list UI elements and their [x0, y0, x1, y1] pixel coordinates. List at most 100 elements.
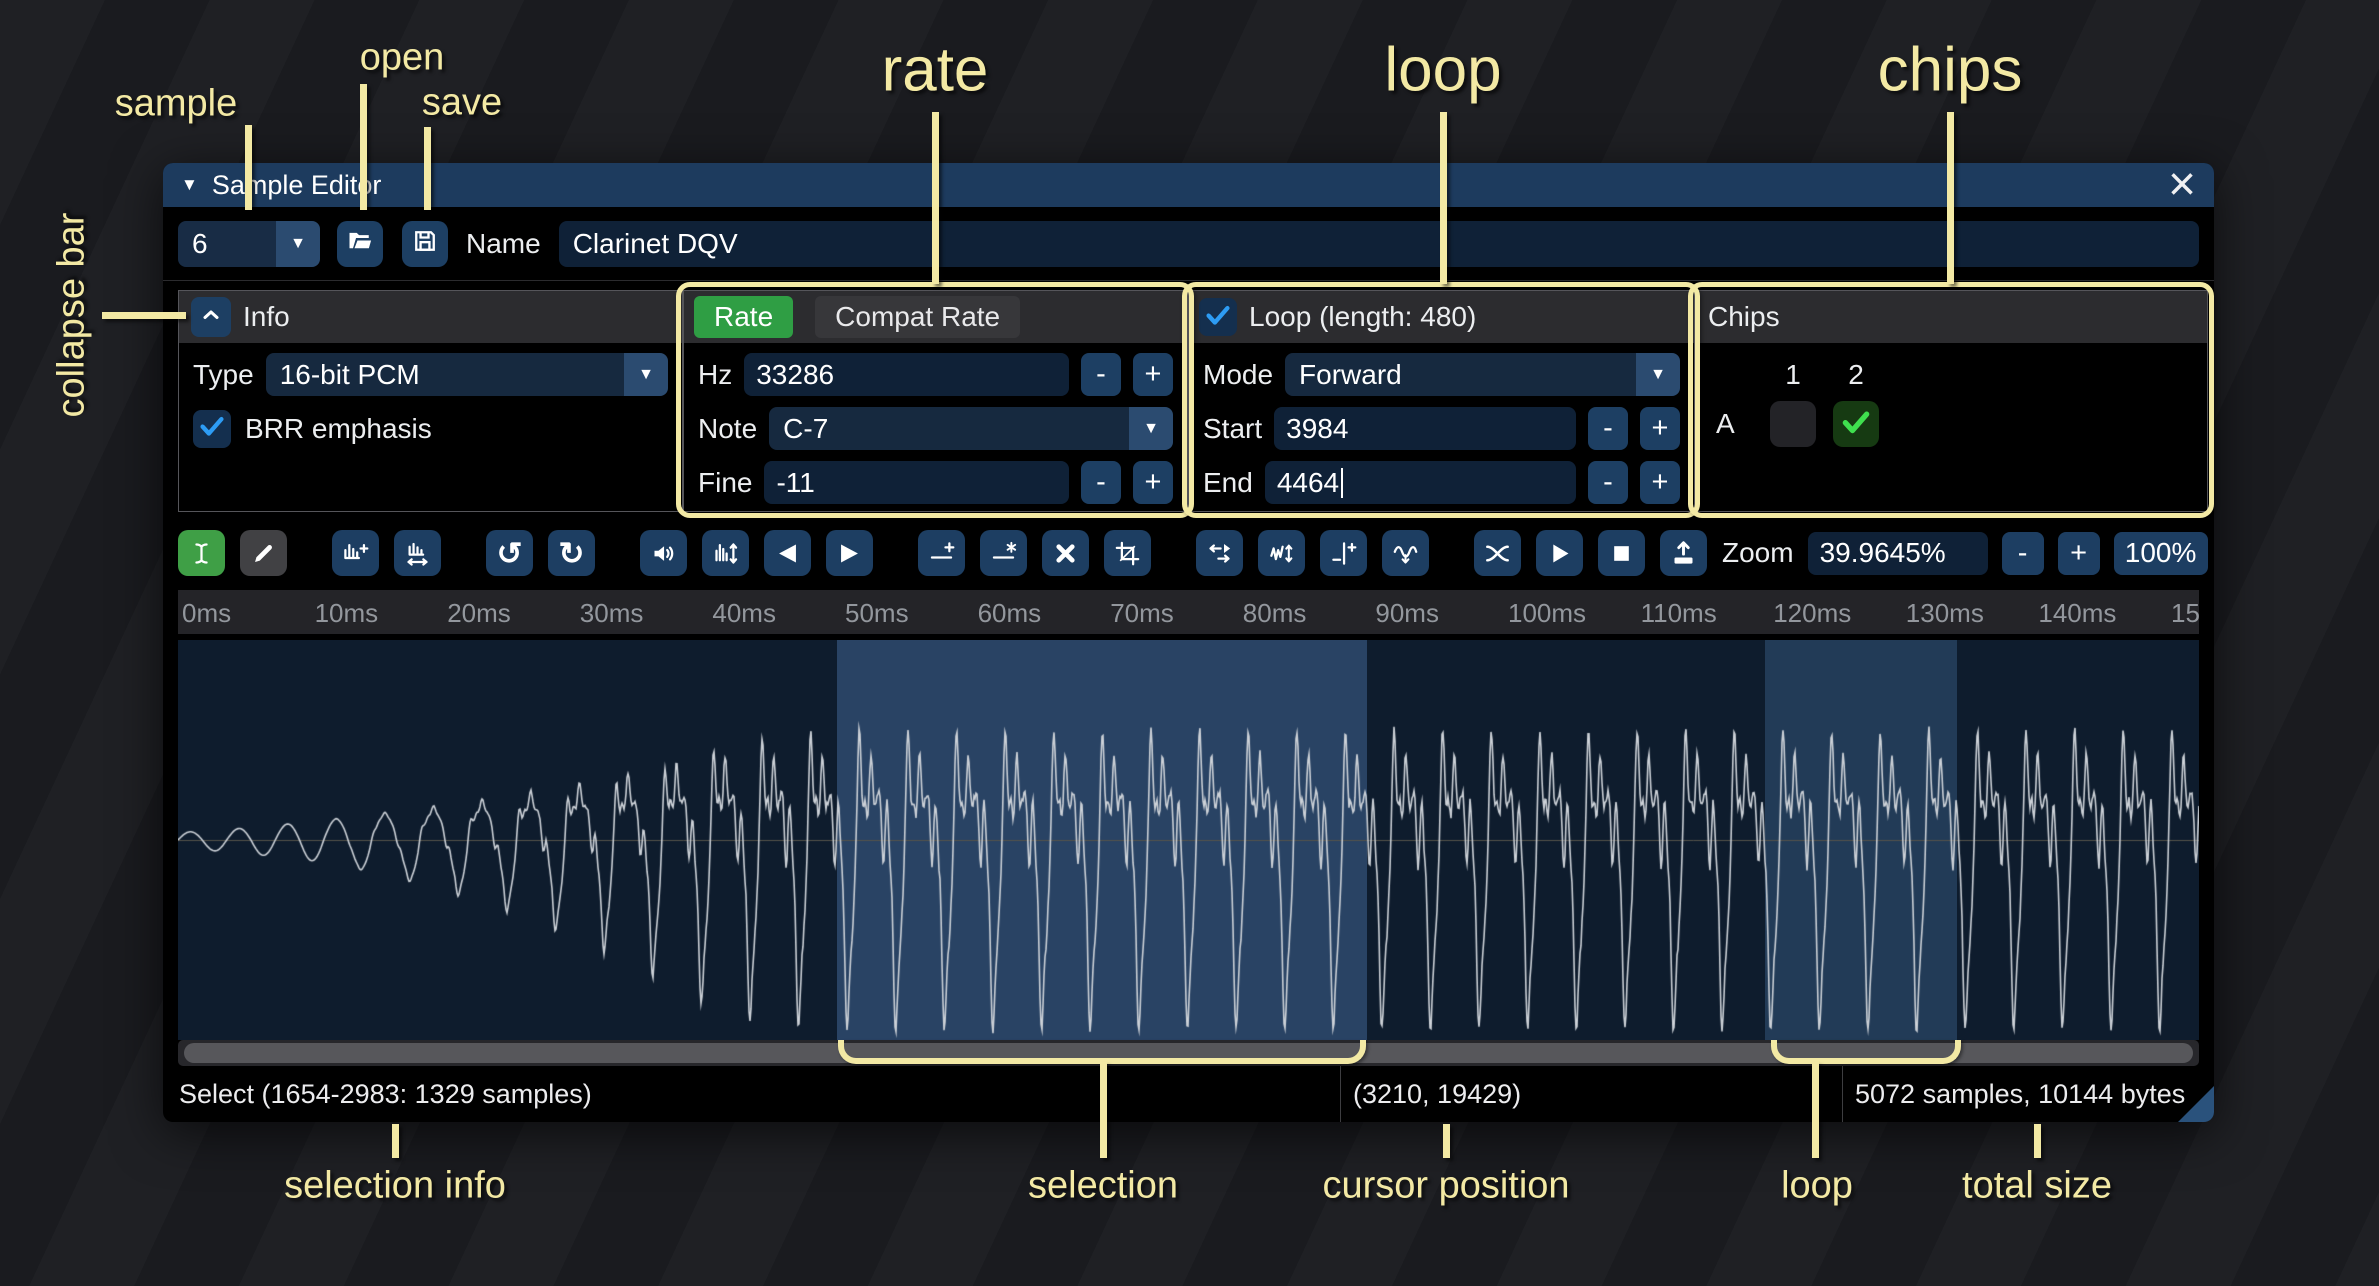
- fade-in-icon: [774, 540, 801, 567]
- toolbar-create-instrument-button[interactable]: [1660, 530, 1707, 576]
- ruler-tick-label: 50ms: [845, 598, 909, 629]
- annotation-loop-marker: loop: [1781, 1165, 1853, 1208]
- window-titlebar[interactable]: ▼ Sample Editor ×: [163, 163, 2214, 207]
- zoom-input[interactable]: 39.9645%: [1808, 532, 1988, 575]
- chevron-down-icon[interactable]: ▼: [624, 353, 668, 396]
- toolbar-sign-invert-button[interactable]: [1320, 530, 1367, 576]
- check-icon: [197, 411, 227, 446]
- redo-icon: ↻: [559, 538, 585, 569]
- toolbar-fade-in-button[interactable]: [764, 530, 811, 576]
- sample-number-select[interactable]: 6 ▼: [178, 221, 320, 267]
- annotation-line-open: [360, 84, 367, 210]
- insert-silence-icon: [928, 540, 955, 567]
- waveform-canvas[interactable]: [178, 640, 2199, 1040]
- annotation-collapse-bar: collapse bar: [51, 213, 94, 418]
- annotation-line-save: [424, 127, 431, 210]
- toolbar-stop-preview-button[interactable]: [1598, 530, 1645, 576]
- toolbar-preview-button[interactable]: [1536, 530, 1583, 576]
- delete-icon: [1052, 540, 1079, 567]
- toolbar-edit-mode-select-button[interactable]: [178, 530, 225, 576]
- toolbar-apply-filter-button[interactable]: [1382, 530, 1429, 576]
- toolbar-crossfade-loop-button[interactable]: [1474, 530, 1521, 576]
- ruler-tick-label: 20ms: [447, 598, 511, 629]
- window-collapse-icon[interactable]: ▼: [181, 175, 198, 195]
- toolbar-redo-button[interactable]: ↻: [548, 530, 595, 576]
- sample-toolbar: ↺↻ Zoom 39.9645% - + 100%: [178, 530, 2199, 576]
- toolbar-delete-button[interactable]: [1042, 530, 1089, 576]
- window-resize-grip[interactable]: [2178, 1086, 2214, 1122]
- toolbar-invert-button[interactable]: [1258, 530, 1305, 576]
- filter-icon: [1392, 540, 1419, 567]
- ruler-tick-label: 150ms: [2171, 598, 2199, 629]
- annotation-line-total-size: [2034, 1124, 2041, 1158]
- close-icon[interactable]: ×: [2168, 165, 2196, 205]
- status-cursor-position: (3210, 19429): [1340, 1066, 1842, 1122]
- sample-header-row: 6 ▼ Name Clarinet DQV: [163, 207, 2214, 281]
- annotation-loop: loop: [1384, 35, 1501, 106]
- toolbar-buttons: ↺↻: [178, 530, 1722, 576]
- info-collapse-button[interactable]: [191, 297, 231, 337]
- toolbar-normalize-button[interactable]: [702, 530, 749, 576]
- toolbar-apply-silence-button[interactable]: [980, 530, 1027, 576]
- toolbar-edit-mode-draw-button[interactable]: [240, 530, 287, 576]
- normalize-icon: [712, 540, 739, 567]
- ruler-tick-label: 100ms: [1508, 598, 1586, 629]
- annotation-line-collapse-bar: [102, 312, 186, 319]
- annotation-line-loop: [1440, 112, 1447, 284]
- toolbar-undo-button[interactable]: ↺: [486, 530, 533, 576]
- ruler-tick-label: 60ms: [978, 598, 1042, 629]
- sample-type-value: 16-bit PCM: [266, 353, 624, 396]
- ruler-tick-label: 40ms: [712, 598, 776, 629]
- toolbar-insert-silence-button[interactable]: [918, 530, 965, 576]
- toolbar-reverse-button[interactable]: [1196, 530, 1243, 576]
- annotation-open: open: [360, 37, 445, 80]
- desktop-background: ▼ Sample Editor × 6 ▼ Name Clarinet DQV: [0, 0, 2379, 1286]
- amplify-icon: [650, 540, 677, 567]
- zoom-out-button[interactable]: -: [2002, 532, 2044, 575]
- waveform-display[interactable]: [178, 640, 2199, 1040]
- open-sample-button[interactable]: [337, 221, 383, 267]
- ruler-tick-label: 110ms: [1641, 598, 1717, 629]
- zoom-reset-button[interactable]: 100%: [2114, 532, 2208, 575]
- sample-name-value: Clarinet DQV: [573, 228, 738, 260]
- toolbar-trim-button[interactable]: [1104, 530, 1151, 576]
- chevron-up-icon: [199, 303, 223, 332]
- toolbar-resample-button[interactable]: [394, 530, 441, 576]
- brr-emphasis-checkbox[interactable]: [193, 410, 231, 448]
- zoom-in-button[interactable]: +: [2058, 532, 2100, 575]
- annotation-box-rate: [676, 282, 1194, 518]
- ruler-tick-label: 70ms: [1110, 598, 1174, 629]
- status-selection-info: Select (1654-2983: 1329 samples): [163, 1066, 1340, 1122]
- annotation-total-size: total size: [1962, 1165, 2112, 1208]
- trim-icon: [1114, 540, 1141, 567]
- ruler-tick-label: 130ms: [1906, 598, 1984, 629]
- ruler-tick-label: 10ms: [315, 598, 379, 629]
- annotation-line-selection: [1100, 1062, 1107, 1158]
- time-ruler[interactable]: 0ms10ms20ms30ms40ms50ms60ms70ms80ms90ms1…: [178, 590, 2199, 634]
- annotation-bracket-selection: [838, 1040, 1366, 1064]
- pencil-icon: [250, 540, 277, 567]
- invert-icon: [1268, 540, 1295, 567]
- apply-silence-icon: [990, 540, 1017, 567]
- resize-icon: [342, 540, 369, 567]
- toolbar-fade-out-button[interactable]: [826, 530, 873, 576]
- zoom-cluster: Zoom 39.9645% - + 100%: [1722, 532, 2208, 575]
- save-sample-button[interactable]: [402, 221, 448, 267]
- stop-icon: [1608, 540, 1635, 567]
- annotation-line-sample: [245, 125, 252, 210]
- toolbar-resize-button[interactable]: [332, 530, 379, 576]
- ruler-tick-label: 30ms: [580, 598, 644, 629]
- ruler-tick-label: 0ms: [182, 598, 231, 629]
- crossfade-icon: [1484, 540, 1511, 567]
- ruler-tick-label: 80ms: [1243, 598, 1307, 629]
- annotation-line-rate: [932, 112, 939, 284]
- annotation-box-loop: [1182, 282, 1700, 518]
- toolbar-amplify-button[interactable]: [640, 530, 687, 576]
- reverse-icon: [1206, 540, 1233, 567]
- chevron-down-icon[interactable]: ▼: [276, 221, 320, 267]
- annotation-sample: sample: [115, 83, 238, 126]
- name-label: Name: [466, 228, 541, 260]
- annotation-selection-info: selection info: [284, 1165, 506, 1208]
- info-panel: Info Type 16-bit PCM ▼ BRR emp: [178, 290, 683, 512]
- sample-type-select[interactable]: 16-bit PCM ▼: [266, 353, 668, 396]
